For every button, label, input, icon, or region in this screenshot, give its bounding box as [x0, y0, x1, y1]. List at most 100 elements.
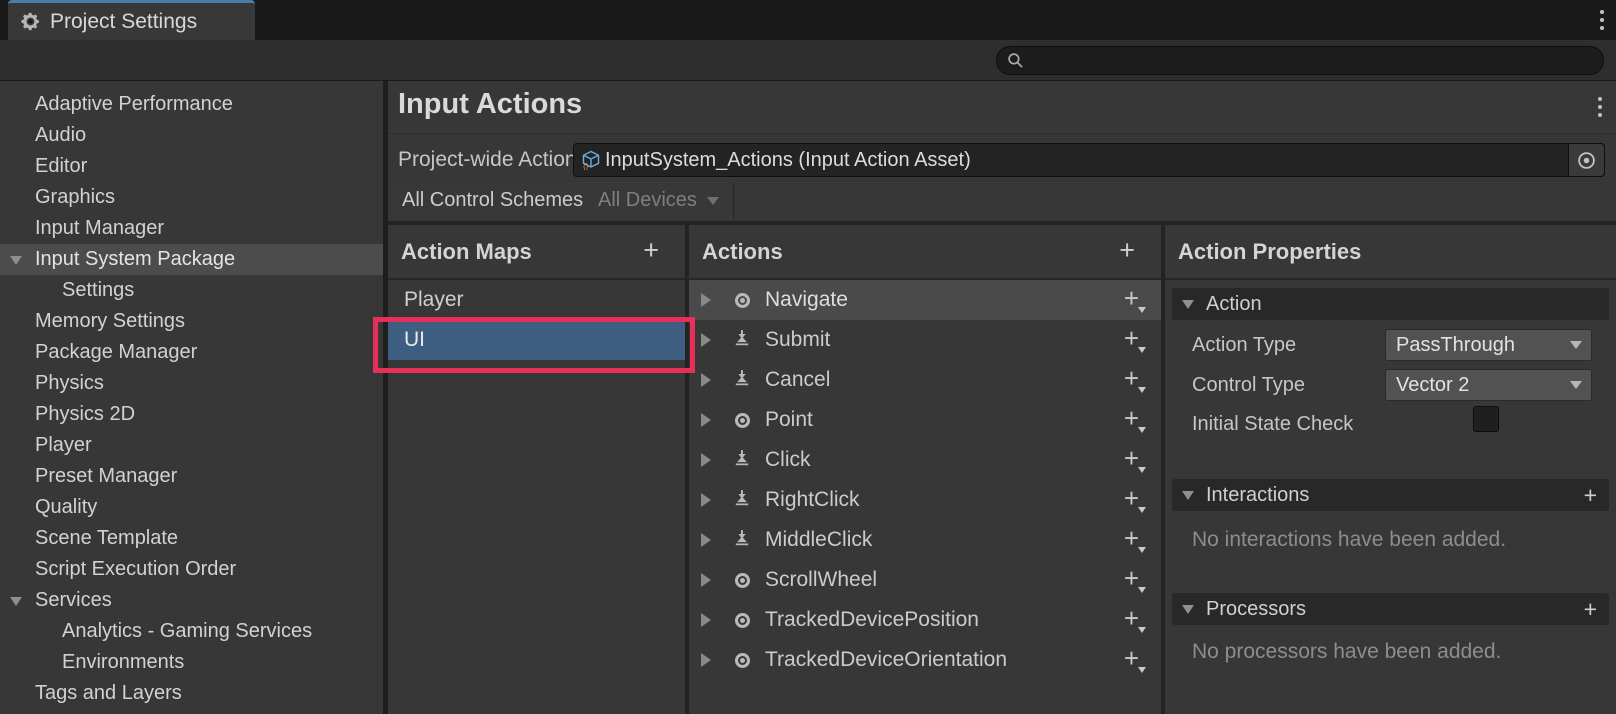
input-action-asset-field[interactable]: {} InputSystem_Actions (Input Action Ass…	[573, 143, 1605, 177]
add-interaction-button[interactable]: +	[1584, 484, 1597, 507]
action-row[interactable]: TrackedDeviceOrientation +	[689, 640, 1161, 680]
sidebar-item[interactable]: Analytics - Gaming Services	[0, 616, 383, 647]
sidebar-item[interactable]: Input System Package	[0, 244, 383, 275]
initial-state-check-label: Initial State Check	[1192, 413, 1353, 436]
sidebar-item[interactable]: Environments	[0, 647, 383, 678]
sidebar-item[interactable]: Package Manager	[0, 337, 383, 368]
devices-dropdown[interactable]: All Devices	[584, 182, 734, 219]
processors-section-header[interactable]: Processors +	[1172, 593, 1609, 625]
add-binding-button[interactable]: +	[1124, 405, 1139, 431]
sidebar-item[interactable]: Input Manager	[0, 213, 383, 244]
search-input[interactable]	[1030, 52, 1593, 70]
add-binding-button[interactable]: +	[1124, 645, 1139, 671]
value-action-icon	[735, 573, 750, 588]
sidebar-item[interactable]: Services	[0, 585, 383, 616]
button-action-icon	[733, 449, 751, 472]
foldout-closed-icon[interactable]	[701, 333, 711, 347]
sidebar-item[interactable]: Settings	[0, 275, 383, 306]
add-binding-button[interactable]: +	[1124, 365, 1139, 391]
button-action-icon	[733, 369, 751, 392]
action-row[interactable]: RightClick +	[689, 480, 1161, 520]
foldout-closed-icon[interactable]	[701, 573, 711, 587]
action-row[interactable]: Submit +	[689, 320, 1161, 360]
foldout-closed-icon[interactable]	[701, 413, 711, 427]
sidebar-item-label: Analytics - Gaming Services	[62, 620, 312, 642]
action-map-row[interactable]: UI	[388, 320, 685, 360]
initial-state-checkbox[interactable]	[1473, 406, 1499, 432]
add-binding-button[interactable]: +	[1124, 525, 1139, 551]
sidebar-item[interactable]: Audio	[0, 120, 383, 151]
add-binding-button[interactable]: +	[1124, 325, 1139, 351]
foldout-closed-icon[interactable]	[701, 453, 711, 467]
sidebar-item[interactable]: Physics	[0, 368, 383, 399]
chevron-down-icon	[1570, 341, 1582, 349]
interactions-section-header[interactable]: Interactions +	[1172, 479, 1609, 511]
control-type-dropdown[interactable]: Vector 2	[1385, 369, 1592, 401]
settings-category-list: Adaptive Performance Audio Editor Graphi…	[0, 81, 383, 714]
sidebar-item[interactable]: Quality	[0, 492, 383, 523]
action-row[interactable]: Navigate +	[689, 280, 1161, 320]
sidebar-item[interactable]: Memory Settings	[0, 306, 383, 337]
add-action-map-button[interactable]: +	[643, 237, 659, 264]
foldout-closed-icon[interactable]	[701, 373, 711, 387]
search-icon	[1007, 52, 1024, 69]
title-bar: Project Settings	[0, 0, 1616, 40]
sidebar-item[interactable]: Physics 2D	[0, 399, 383, 430]
foldout-closed-icon[interactable]	[701, 533, 711, 547]
sidebar-item-label: Environments	[62, 651, 184, 673]
object-picker-button[interactable]	[1568, 144, 1604, 176]
button-action-icon	[733, 529, 751, 552]
sidebar-item[interactable]: Adaptive Performance	[0, 89, 383, 120]
action-map-row[interactable]: Player	[388, 280, 685, 320]
action-section-label: Action	[1206, 293, 1262, 316]
add-processor-button[interactable]: +	[1584, 598, 1597, 621]
sidebar-item[interactable]: Tags and Layers	[0, 678, 383, 709]
divider	[388, 133, 1616, 134]
foldout-closed-icon[interactable]	[701, 493, 711, 507]
sidebar-item[interactable]: Scene Template	[0, 523, 383, 554]
panel-divider[interactable]	[685, 225, 689, 714]
action-row[interactable]: Point +	[689, 400, 1161, 440]
chevron-down-icon	[1570, 381, 1582, 389]
add-binding-button[interactable]: +	[1124, 285, 1139, 311]
action-row[interactable]: Click +	[689, 440, 1161, 480]
foldout-open-icon[interactable]	[10, 597, 22, 606]
action-type-dropdown[interactable]: PassThrough	[1385, 329, 1592, 361]
svg-text:{}: {}	[583, 162, 589, 170]
action-row[interactable]: ScrollWheel +	[689, 560, 1161, 600]
action-label: RightClick	[765, 488, 860, 512]
add-binding-button[interactable]: +	[1124, 565, 1139, 591]
foldout-closed-icon[interactable]	[701, 293, 711, 307]
sidebar-item[interactable]: Graphics	[0, 182, 383, 213]
action-type-value: PassThrough	[1396, 334, 1570, 357]
action-label: Cancel	[765, 368, 830, 392]
action-type-label: Action Type	[1192, 334, 1296, 357]
window-menu-button[interactable]	[1600, 10, 1604, 30]
sidebar-item-label: Input Manager	[35, 217, 164, 239]
foldout-closed-icon[interactable]	[701, 613, 711, 627]
sidebar-item-label: Settings	[62, 279, 134, 301]
sidebar-item[interactable]: Preset Manager	[0, 461, 383, 492]
add-binding-button[interactable]: +	[1124, 445, 1139, 471]
add-binding-button[interactable]: +	[1124, 605, 1139, 631]
action-map-label: UI	[404, 328, 425, 352]
add-binding-button[interactable]: +	[1124, 485, 1139, 511]
action-row[interactable]: TrackedDevicePosition +	[689, 600, 1161, 640]
foldout-open-icon[interactable]	[10, 256, 22, 265]
input-actions-menu-button[interactable]	[1598, 97, 1602, 117]
add-action-button[interactable]: +	[1119, 237, 1135, 264]
foldout-closed-icon[interactable]	[701, 653, 711, 667]
tab-project-settings[interactable]: Project Settings	[8, 0, 255, 40]
action-row[interactable]: Cancel +	[689, 360, 1161, 400]
action-section-header[interactable]: Action	[1172, 288, 1609, 320]
button-action-icon	[733, 329, 751, 352]
search-box[interactable]	[996, 46, 1604, 75]
sidebar-item[interactable]: Script Execution Order	[0, 554, 383, 585]
action-maps-header: Action Maps +	[388, 225, 685, 280]
asset-field-value: InputSystem_Actions (Input Action Asset)	[605, 149, 1568, 172]
control-type-value: Vector 2	[1396, 374, 1570, 397]
toolbar	[0, 40, 1616, 81]
action-row[interactable]: MiddleClick +	[689, 520, 1161, 560]
sidebar-item[interactable]: Player	[0, 430, 383, 461]
sidebar-item[interactable]: Editor	[0, 151, 383, 182]
